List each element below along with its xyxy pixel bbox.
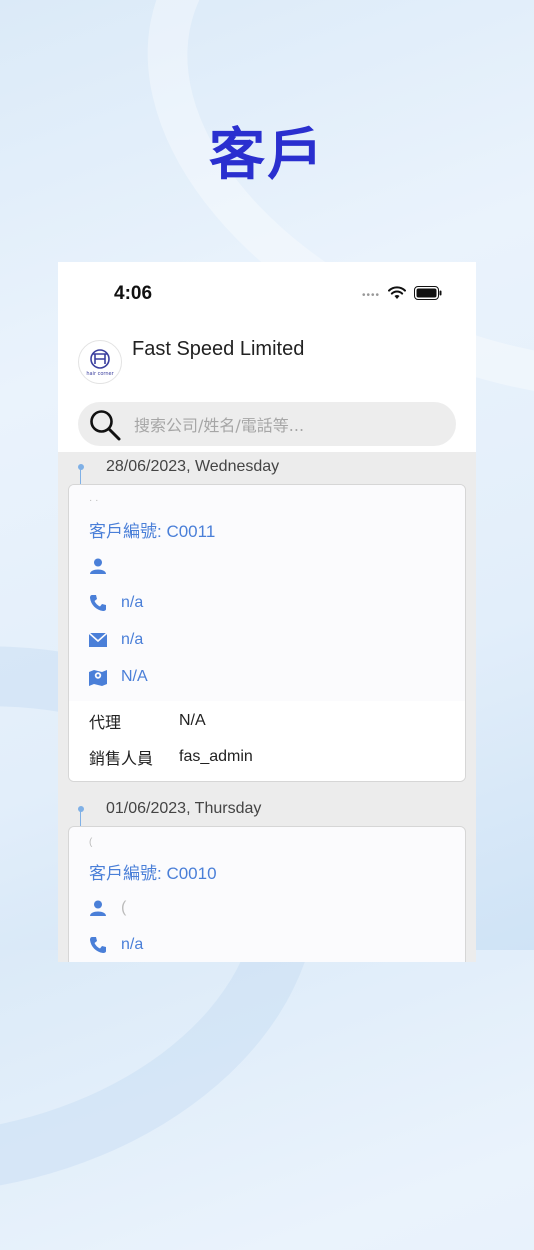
- date-label: 01/06/2023, Thursday: [106, 800, 262, 817]
- email-row: n/a: [89, 621, 445, 658]
- contact-row: [89, 547, 445, 584]
- address-row: N/A: [89, 658, 445, 695]
- agent-value: N/A: [179, 712, 206, 729]
- card-details: ( 客戶編號: C0010 ( n/a: [69, 827, 465, 962]
- customer-number: 客戶編號: C0011: [89, 522, 216, 541]
- search-icon: [88, 408, 122, 447]
- customer-card[interactable]: · · 客戶編號: C0011 n/a n/a N/A 代理 N/A 銷售人員 …: [68, 484, 466, 782]
- status-bar: 4:06 ••••: [58, 262, 476, 324]
- company-name[interactable]: Fast Speed Limited: [132, 338, 304, 361]
- card-details: · · 客戶編號: C0011 n/a n/a N/A: [69, 485, 465, 701]
- person-icon: [89, 557, 111, 575]
- mail-icon: [89, 631, 111, 648]
- timeline-line: [80, 469, 81, 484]
- phone-value: n/a: [121, 935, 144, 953]
- customer-number: 客戶編號: C0010: [89, 864, 217, 883]
- status-time: 4:06: [114, 283, 153, 304]
- account-header: hair corner Fast Speed Limited: [58, 324, 476, 402]
- company-logo[interactable]: hair corner: [78, 340, 122, 384]
- date-label: 28/06/2023, Wednesday: [106, 458, 280, 475]
- date-header: 01/06/2023, Thursday: [58, 794, 476, 826]
- customer-list[interactable]: 28/06/2023, Wednesday · · 客戶編號: C0011 n/…: [58, 452, 476, 962]
- email-value: n/a: [121, 630, 144, 648]
- timeline-line: [80, 811, 81, 826]
- customer-name: · ·: [89, 495, 99, 506]
- phone-row: n/a: [89, 926, 445, 962]
- svg-text:hair corner: hair corner: [86, 371, 114, 377]
- signal-icon: ••••: [361, 290, 380, 301]
- search-input[interactable]: [132, 402, 446, 448]
- date-header: 28/06/2023, Wednesday: [58, 452, 476, 484]
- timeline-dot: [78, 806, 84, 812]
- phone-icon: [89, 594, 111, 612]
- status-icons: ••••: [362, 286, 442, 305]
- customer-name: (: [89, 837, 93, 848]
- timeline-dot: [78, 464, 84, 470]
- battery-icon: [414, 286, 442, 305]
- agent-row: 代理 N/A: [89, 703, 445, 739]
- customer-card[interactable]: ( 客戶編號: C0010 ( n/a: [68, 826, 466, 962]
- card-meta: 代理 N/A 銷售人員 fas_admin: [69, 701, 465, 781]
- person-icon: [89, 899, 111, 917]
- phone-row: n/a: [89, 584, 445, 621]
- sales-row: 銷售人員 fas_admin: [89, 739, 445, 775]
- hero-title: 客戶: [209, 123, 325, 188]
- search-bar[interactable]: [78, 402, 456, 448]
- phone-icon: [89, 936, 111, 954]
- contact-value: (: [121, 898, 127, 916]
- wifi-icon: [388, 286, 406, 305]
- address-value: N/A: [121, 667, 148, 685]
- sales-value: fas_admin: [179, 748, 253, 765]
- phone-value: n/a: [121, 593, 144, 611]
- map-pin-icon: [89, 668, 111, 686]
- phone-screen: 4:06 •••• hair corner Fast Speed Limited…: [58, 262, 476, 962]
- contact-row: (: [89, 889, 445, 926]
- sales-label: 銷售人員: [89, 751, 154, 768]
- agent-label: 代理: [89, 715, 122, 732]
